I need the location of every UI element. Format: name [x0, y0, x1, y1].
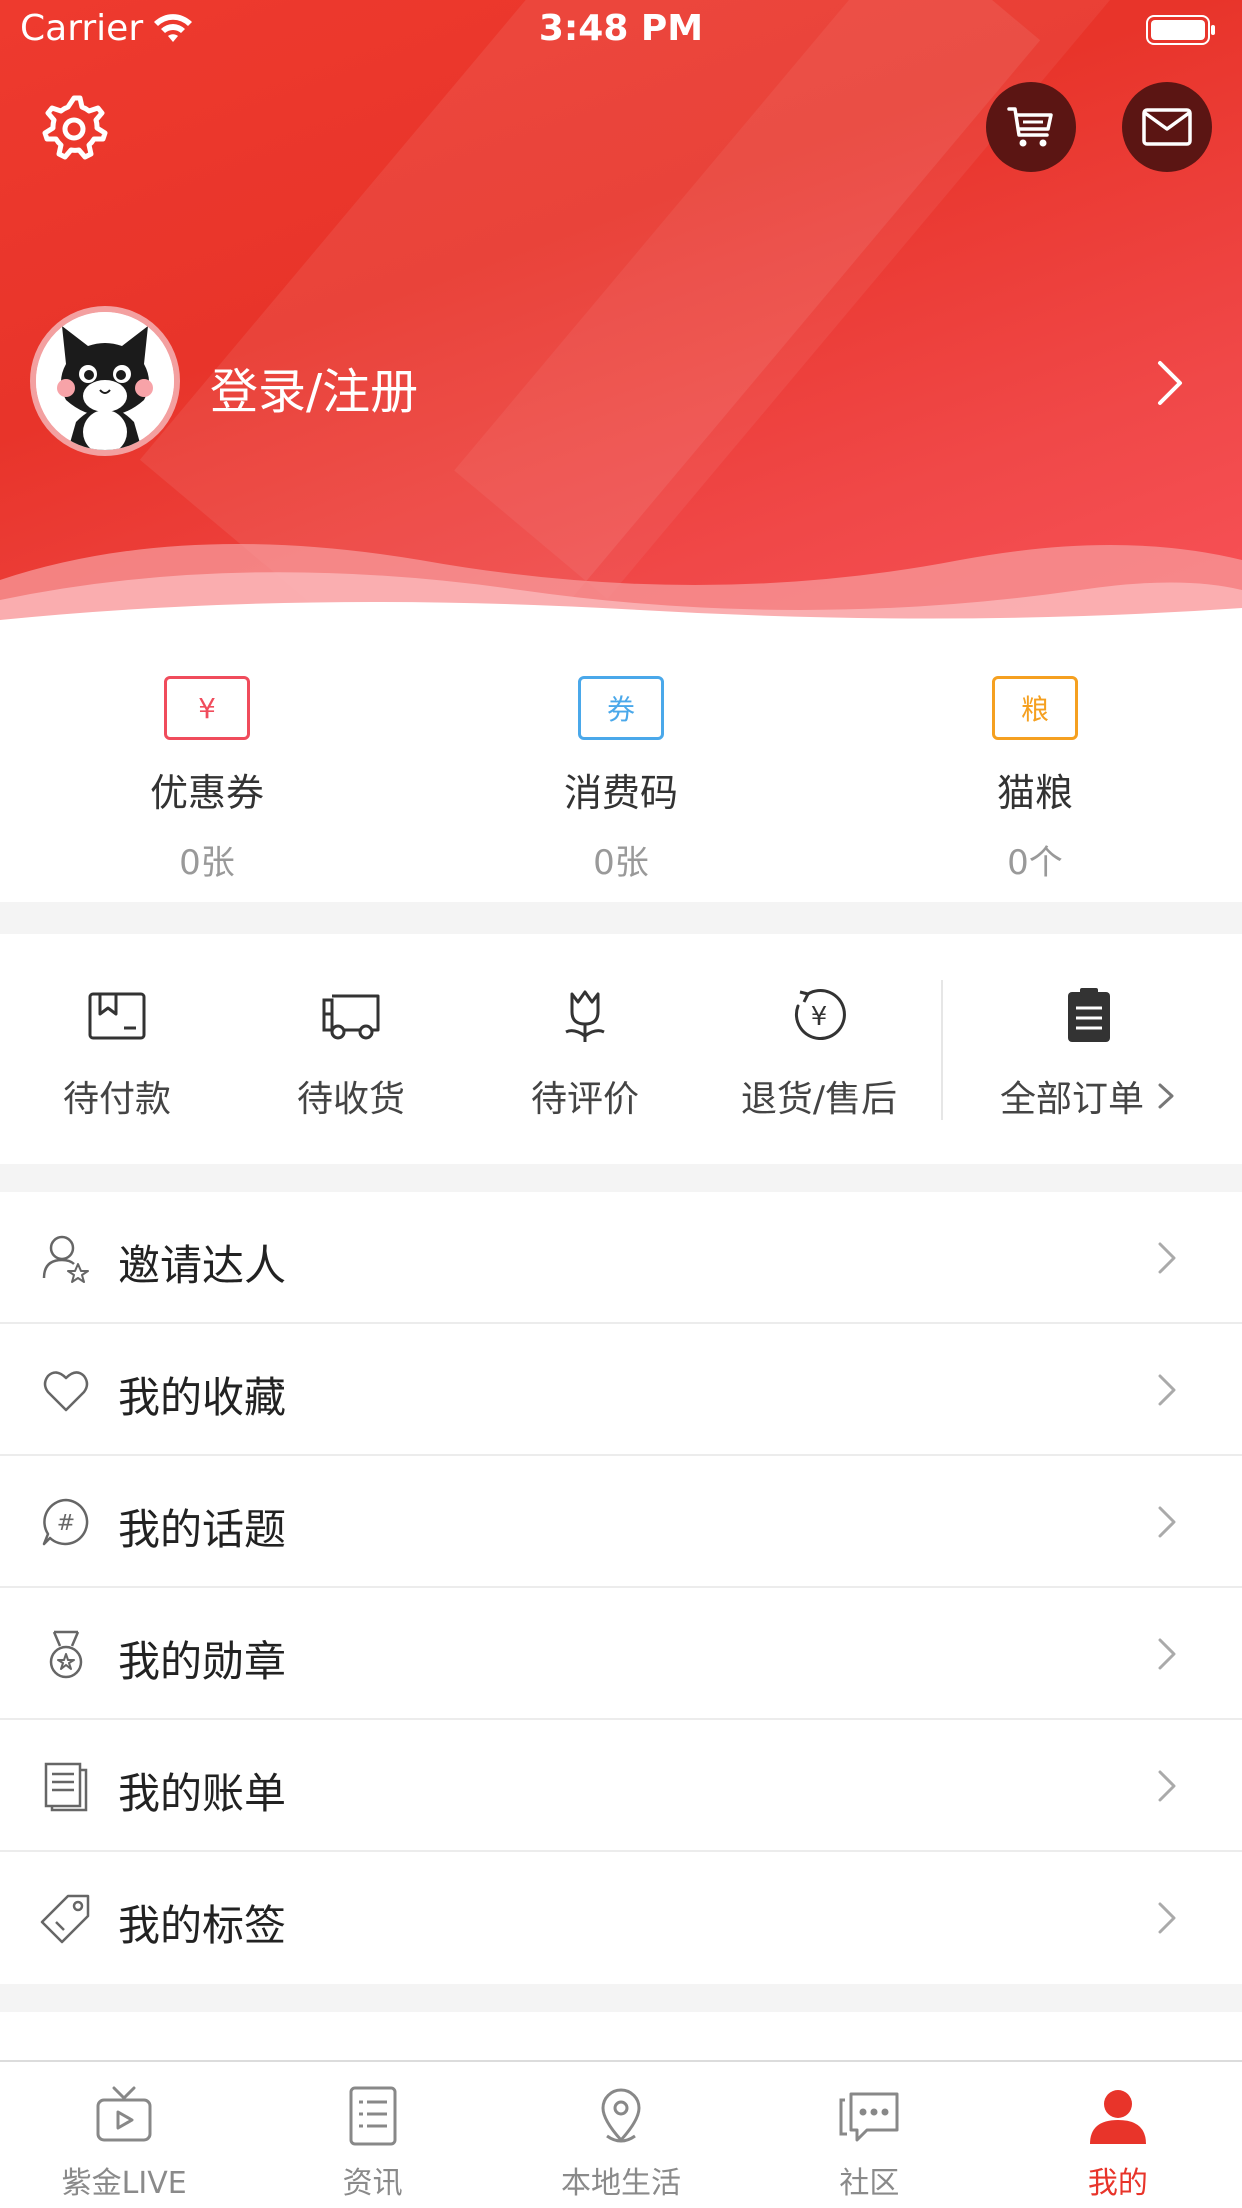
catfood-ticket-icon: 粮 [992, 676, 1078, 740]
menu-tags[interactable]: 我的标签 [0, 1852, 1242, 1984]
tab-mine[interactable]: 我的 [994, 2062, 1242, 2208]
tab-label: 紫金LIVE [61, 2166, 187, 2201]
svg-text:#: # [57, 1511, 75, 1536]
tab-label: 我的 [1087, 2166, 1148, 2201]
bill-icon [44, 1762, 88, 1812]
asset-title: 猫粮 [996, 771, 1073, 815]
svg-text:¥: ¥ [811, 1002, 828, 1032]
status-time: 3:48 PM [538, 8, 704, 49]
chevron-right-icon [1158, 1083, 1174, 1109]
order-label: 待付款 [62, 1079, 171, 1120]
menu-favorites[interactable]: 我的收藏 [0, 1324, 1242, 1456]
menu-label: 邀请达人 [118, 1241, 287, 1290]
medal-icon [49, 1630, 83, 1679]
person-icon [1089, 2090, 1146, 2144]
asset-count: 0张 [179, 843, 235, 883]
tab-local-life[interactable]: 本地生活 [497, 2062, 745, 2208]
order-pending-payment[interactable]: 待付款 [0, 934, 234, 1164]
tab-label: 社区 [839, 2166, 900, 2201]
heart-icon [43, 1371, 89, 1412]
all-orders-label: 全部订单 [999, 1079, 1144, 1120]
order-pending-review[interactable]: 待评价 [468, 934, 702, 1164]
wallet-icon [88, 992, 146, 1040]
menu-bills[interactable]: 我的账单 [0, 1720, 1242, 1852]
refund-icon: ¥ [794, 989, 846, 1040]
header-wave [0, 544, 1242, 640]
asset-coupon[interactable]: ¥ 优惠券 0张 [0, 640, 414, 902]
tab-bar: 紫金LIVE 资讯 本地生活 社区 我的 [0, 2060, 1242, 2208]
asset-title: 优惠券 [149, 771, 264, 815]
tag-icon [40, 1894, 90, 1944]
cat-avatar-icon [36, 312, 174, 450]
order-label: 退货/售后 [740, 1079, 898, 1120]
message-button[interactable] [1122, 82, 1212, 172]
asset-consume-code[interactable]: 券 消费码 0张 [414, 640, 828, 902]
order-refund[interactable]: ¥ 退货/售后 [702, 934, 936, 1164]
orders-row: 待付款 待收货 待评价 ¥ 退货/售后 全部订单 [0, 934, 1242, 1164]
cart-button[interactable] [986, 82, 1076, 172]
tab-community[interactable]: 社区 [745, 2062, 993, 2208]
tab-news[interactable]: 资讯 [248, 2062, 496, 2208]
truck-icon [322, 994, 380, 1040]
settings-gear-icon[interactable] [40, 92, 114, 166]
asset-count: 0个 [1007, 843, 1063, 883]
settings-menu: 邀请达人 我的收藏 # 我的话题 我的勋章 我的账单 我的标签 [0, 1192, 1242, 1984]
order-label: 待收货 [296, 1079, 405, 1120]
chat-icon [839, 2092, 899, 2142]
all-orders-label-wrap: 全部订单 [1000, 1070, 1178, 1122]
tab-live[interactable]: 紫金LIVE [0, 2062, 248, 2208]
menu-label: 我的勋章 [118, 1637, 287, 1686]
hashtag-icon: # [42, 1498, 89, 1546]
chevron-right-icon [1158, 1374, 1176, 1406]
login-register-link[interactable]: 登录/注册 [210, 352, 418, 422]
battery-icon [1146, 15, 1215, 45]
chevron-right-icon [1158, 1638, 1176, 1670]
menu-invite-expert[interactable]: 邀请达人 [0, 1192, 1242, 1324]
order-pending-receipt[interactable]: 待收货 [234, 934, 468, 1164]
location-icon [601, 2088, 641, 2143]
profile-screen: Carrier 3:48 PM 登录/注册 ¥ 优惠券 0张 券 消费码 0张 … [0, 0, 1242, 2208]
avatar[interactable] [30, 306, 180, 456]
news-icon [349, 2086, 397, 2146]
menu-label: 我的收藏 [118, 1373, 287, 1422]
chevron-right-icon [1158, 1506, 1176, 1538]
profile-header: Carrier 3:48 PM 登录/注册 [0, 0, 1242, 640]
menu-label: 我的账单 [118, 1769, 287, 1818]
chevron-right-icon[interactable] [1150, 355, 1190, 411]
user-star-icon [42, 1235, 89, 1283]
chevron-right-icon [1158, 1902, 1176, 1934]
status-bar: Carrier 3:48 PM [0, 0, 1242, 62]
cart-icon [1007, 107, 1053, 147]
all-orders[interactable]: 全部订单 [936, 934, 1242, 1164]
next-section-peek [0, 2012, 1242, 2062]
chevron-right-icon [1158, 1770, 1176, 1802]
coupon-ticket-icon: ¥ [164, 676, 250, 740]
clipboard-icon [1068, 988, 1110, 1042]
tulip-icon [565, 990, 605, 1042]
tab-label: 资讯 [342, 2166, 403, 2201]
menu-medals[interactable]: 我的勋章 [0, 1588, 1242, 1720]
asset-title: 消费码 [563, 771, 678, 815]
menu-topics[interactable]: # 我的话题 [0, 1456, 1242, 1588]
chevron-right-icon [1158, 1242, 1176, 1274]
menu-label: 我的标签 [118, 1901, 287, 1950]
tab-label: 本地生活 [561, 2166, 682, 2201]
voucher-ticket-icon: 券 [578, 676, 664, 740]
menu-label: 我的话题 [118, 1505, 287, 1554]
asset-cat-food[interactable]: 粮 猫粮 0个 [828, 640, 1242, 902]
order-label: 待评价 [530, 1079, 639, 1120]
tv-icon [96, 2086, 152, 2142]
asset-count: 0张 [593, 843, 649, 883]
mail-icon [1142, 108, 1192, 146]
orders-divider [941, 980, 943, 1120]
assets-row: ¥ 优惠券 0张 券 消费码 0张 粮 猫粮 0个 [0, 640, 1242, 902]
